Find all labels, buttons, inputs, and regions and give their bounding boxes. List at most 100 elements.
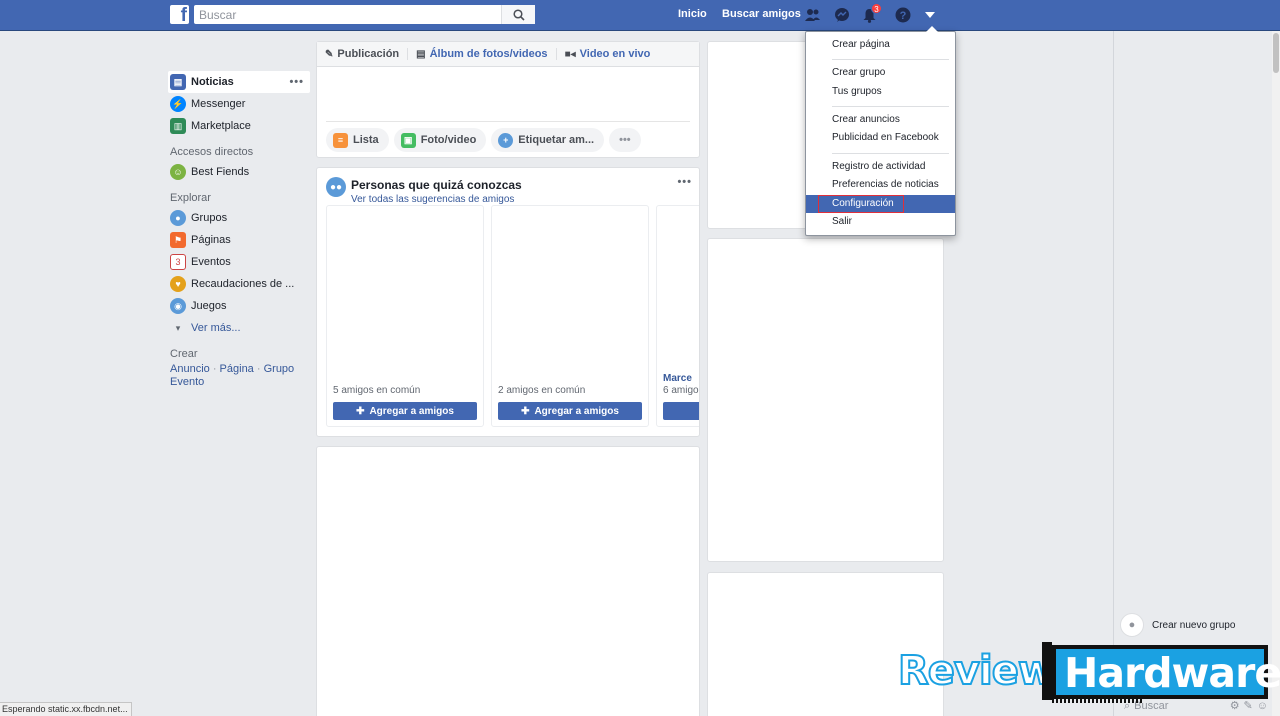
create-page-link[interactable]: Página: [220, 363, 254, 375]
mutual-friends-count: 5 amigos en común: [333, 385, 421, 396]
menu-divider: [832, 59, 949, 60]
feed-post-card: [316, 446, 700, 716]
create-group-link[interactable]: Grupo: [264, 363, 295, 375]
album-icon: ▤: [416, 48, 426, 60]
sidebar-item-label: Recaudaciones de ...: [191, 278, 295, 290]
more-composer-options-button[interactable]: •••: [609, 128, 641, 152]
composer-divider: [326, 121, 690, 122]
sidebar-item-events[interactable]: 3 Eventos: [168, 251, 310, 273]
tab-photo-album-label: Álbum de fotos/videos: [429, 48, 548, 60]
menu-item-create-group[interactable]: Crear grupo: [806, 64, 955, 82]
fundraiser-icon: ♥: [170, 276, 186, 292]
sidebar-item-label: Marketplace: [191, 120, 251, 132]
menu-item-create-page[interactable]: Crear página: [806, 36, 955, 54]
photo-icon: ▣: [400, 132, 416, 148]
watermark-hardware-text: Hardware: [1064, 649, 1280, 697]
sidebar-item-groups[interactable]: ● Grupos: [168, 207, 310, 229]
sidebar-item-pages[interactable]: ⚑ Páginas: [168, 229, 310, 251]
composer-tabs: ✎ Publicación ▤ Álbum de fotos/videos ■◂…: [317, 42, 699, 67]
top-navigation-bar: f Inicio Buscar amigos 3 ?: [0, 0, 1280, 31]
menu-item-create-ads[interactable]: Crear anuncios: [806, 111, 955, 129]
messenger-icon[interactable]: [833, 6, 851, 24]
search-input[interactable]: [194, 5, 499, 24]
facebook-logo-icon[interactable]: f: [170, 5, 189, 24]
menu-divider: [832, 106, 949, 107]
see-more-link[interactable]: ▾ Ver más...: [168, 317, 310, 339]
create-new-group-button[interactable]: ● Crear nuevo grupo: [1120, 613, 1235, 637]
sidebar-item-label: Eventos: [191, 256, 231, 268]
shortcuts-header: Accesos directos: [170, 146, 254, 158]
menu-item-logout[interactable]: Salir: [806, 213, 955, 231]
sidebar-item-label: Messenger: [191, 98, 246, 110]
search-button[interactable]: [501, 5, 535, 24]
menu-item-settings[interactable]: Configuración: [806, 195, 955, 213]
more-options-icon: •••: [619, 134, 631, 146]
menu-item-news-preferences[interactable]: Preferencias de noticias: [806, 176, 955, 194]
list-button-label: Lista: [353, 134, 379, 146]
create-links: Anuncio · Página · Grupo Evento: [170, 363, 295, 388]
create-ad-link[interactable]: Anuncio: [170, 363, 210, 375]
sidebar-item-marketplace[interactable]: ▥ Marketplace: [168, 115, 310, 137]
tag-friends-button-label: Etiquetar am...: [518, 134, 595, 146]
tab-photo-album[interactable]: ▤ Álbum de fotos/videos: [416, 48, 547, 60]
friend-suggestion-card: Marce 6 amigo: [656, 205, 699, 427]
add-friend-button[interactable]: ✚ Agregar a amigos: [333, 402, 477, 420]
menu-item-advertising[interactable]: Publicidad en Facebook: [806, 129, 955, 147]
account-menu-chevron-icon[interactable]: [921, 6, 939, 24]
help-icon[interactable]: ?: [894, 6, 912, 24]
watermark-card-pins: [1052, 697, 1142, 703]
add-friend-button[interactable]: [663, 402, 699, 420]
list-button[interactable]: ≡ Lista: [326, 128, 389, 152]
watermark-card-bracket: [1042, 642, 1052, 700]
page-scrollbar[interactable]: [1272, 31, 1280, 716]
mutual-friends-count: 2 amigos en común: [498, 385, 586, 396]
sidebar-item-label: Grupos: [191, 212, 228, 224]
friend-suggestion-card: 2 amigos en común ✚ Agregar a amigos: [491, 205, 649, 427]
photo-video-button[interactable]: ▣ Foto/video: [393, 128, 487, 152]
pencil-icon: ✎: [325, 48, 334, 60]
scrollbar-thumb[interactable]: [1273, 33, 1279, 73]
highlight-box: [818, 195, 904, 213]
tag-friends-button[interactable]: + Etiquetar am...: [491, 128, 605, 152]
more-options-icon[interactable]: •••: [677, 176, 692, 188]
composer-actions: ≡ Lista ▣ Foto/video + Etiquetar am... •…: [326, 128, 646, 152]
menu-item-your-groups[interactable]: Tus grupos: [806, 83, 955, 101]
tab-live-video[interactable]: ■◂ Video en vivo: [565, 48, 651, 60]
sidebar-item-label: Páginas: [191, 234, 231, 246]
tab-divider: [407, 48, 409, 60]
friend-requests-icon[interactable]: [804, 6, 822, 24]
search-icon: [512, 8, 525, 21]
pymk-see-all-link[interactable]: Ver todas las sugerencias de amigos: [351, 194, 514, 205]
tab-divider: [555, 48, 557, 60]
browser-status-bar: Esperando static.xx.fbcdn.net...: [0, 702, 132, 716]
sidebar-item-fundraisers[interactable]: ♥ Recaudaciones de ...: [168, 273, 310, 295]
suggested-friend-name[interactable]: Marce: [663, 373, 692, 384]
more-options-icon[interactable]: •••: [289, 76, 304, 88]
nav-home-link[interactable]: Inicio: [678, 8, 707, 20]
marketplace-icon: ▥: [170, 118, 186, 134]
account-dropdown-menu: Crear página Crear grupo Tus grupos Crea…: [805, 26, 956, 236]
sidebar-item-games[interactable]: ◉ Juegos: [168, 295, 310, 317]
menu-divider: [832, 153, 949, 154]
photo-video-button-label: Foto/video: [420, 134, 477, 146]
add-friend-button[interactable]: ✚ Agregar a amigos: [498, 402, 642, 420]
video-camera-icon: ■◂: [564, 48, 576, 60]
flag-icon: ⚑: [170, 232, 186, 248]
see-more-label: Ver más...: [191, 322, 241, 334]
explore-header: Explorar: [170, 192, 211, 204]
menu-item-activity-log[interactable]: Registro de actividad: [806, 158, 955, 176]
nav-find-friends-link[interactable]: Buscar amigos: [722, 8, 801, 20]
news-feed-icon: ▤: [170, 74, 186, 90]
sidebar-item-news-feed[interactable]: ▤ Noticias •••: [168, 71, 310, 93]
people-icon: ●●: [326, 177, 346, 197]
tab-post-label: Publicación: [337, 48, 400, 60]
create-event-link[interactable]: Evento: [170, 376, 204, 388]
tag-friends-icon: +: [498, 132, 514, 148]
sidebar-item-best-fiends[interactable]: ☺ Best Fiends: [168, 161, 310, 183]
list-icon: ≡: [333, 132, 348, 148]
sidebar-item-messenger[interactable]: ⚡ Messenger: [168, 93, 310, 115]
right-column-card: [707, 238, 944, 562]
watermark-review-text: Review: [897, 647, 1056, 695]
left-sidebar: ▤ Noticias ••• ⚡ Messenger ▥ Marketplace…: [168, 71, 310, 389]
tab-post[interactable]: ✎ Publicación: [325, 48, 399, 60]
